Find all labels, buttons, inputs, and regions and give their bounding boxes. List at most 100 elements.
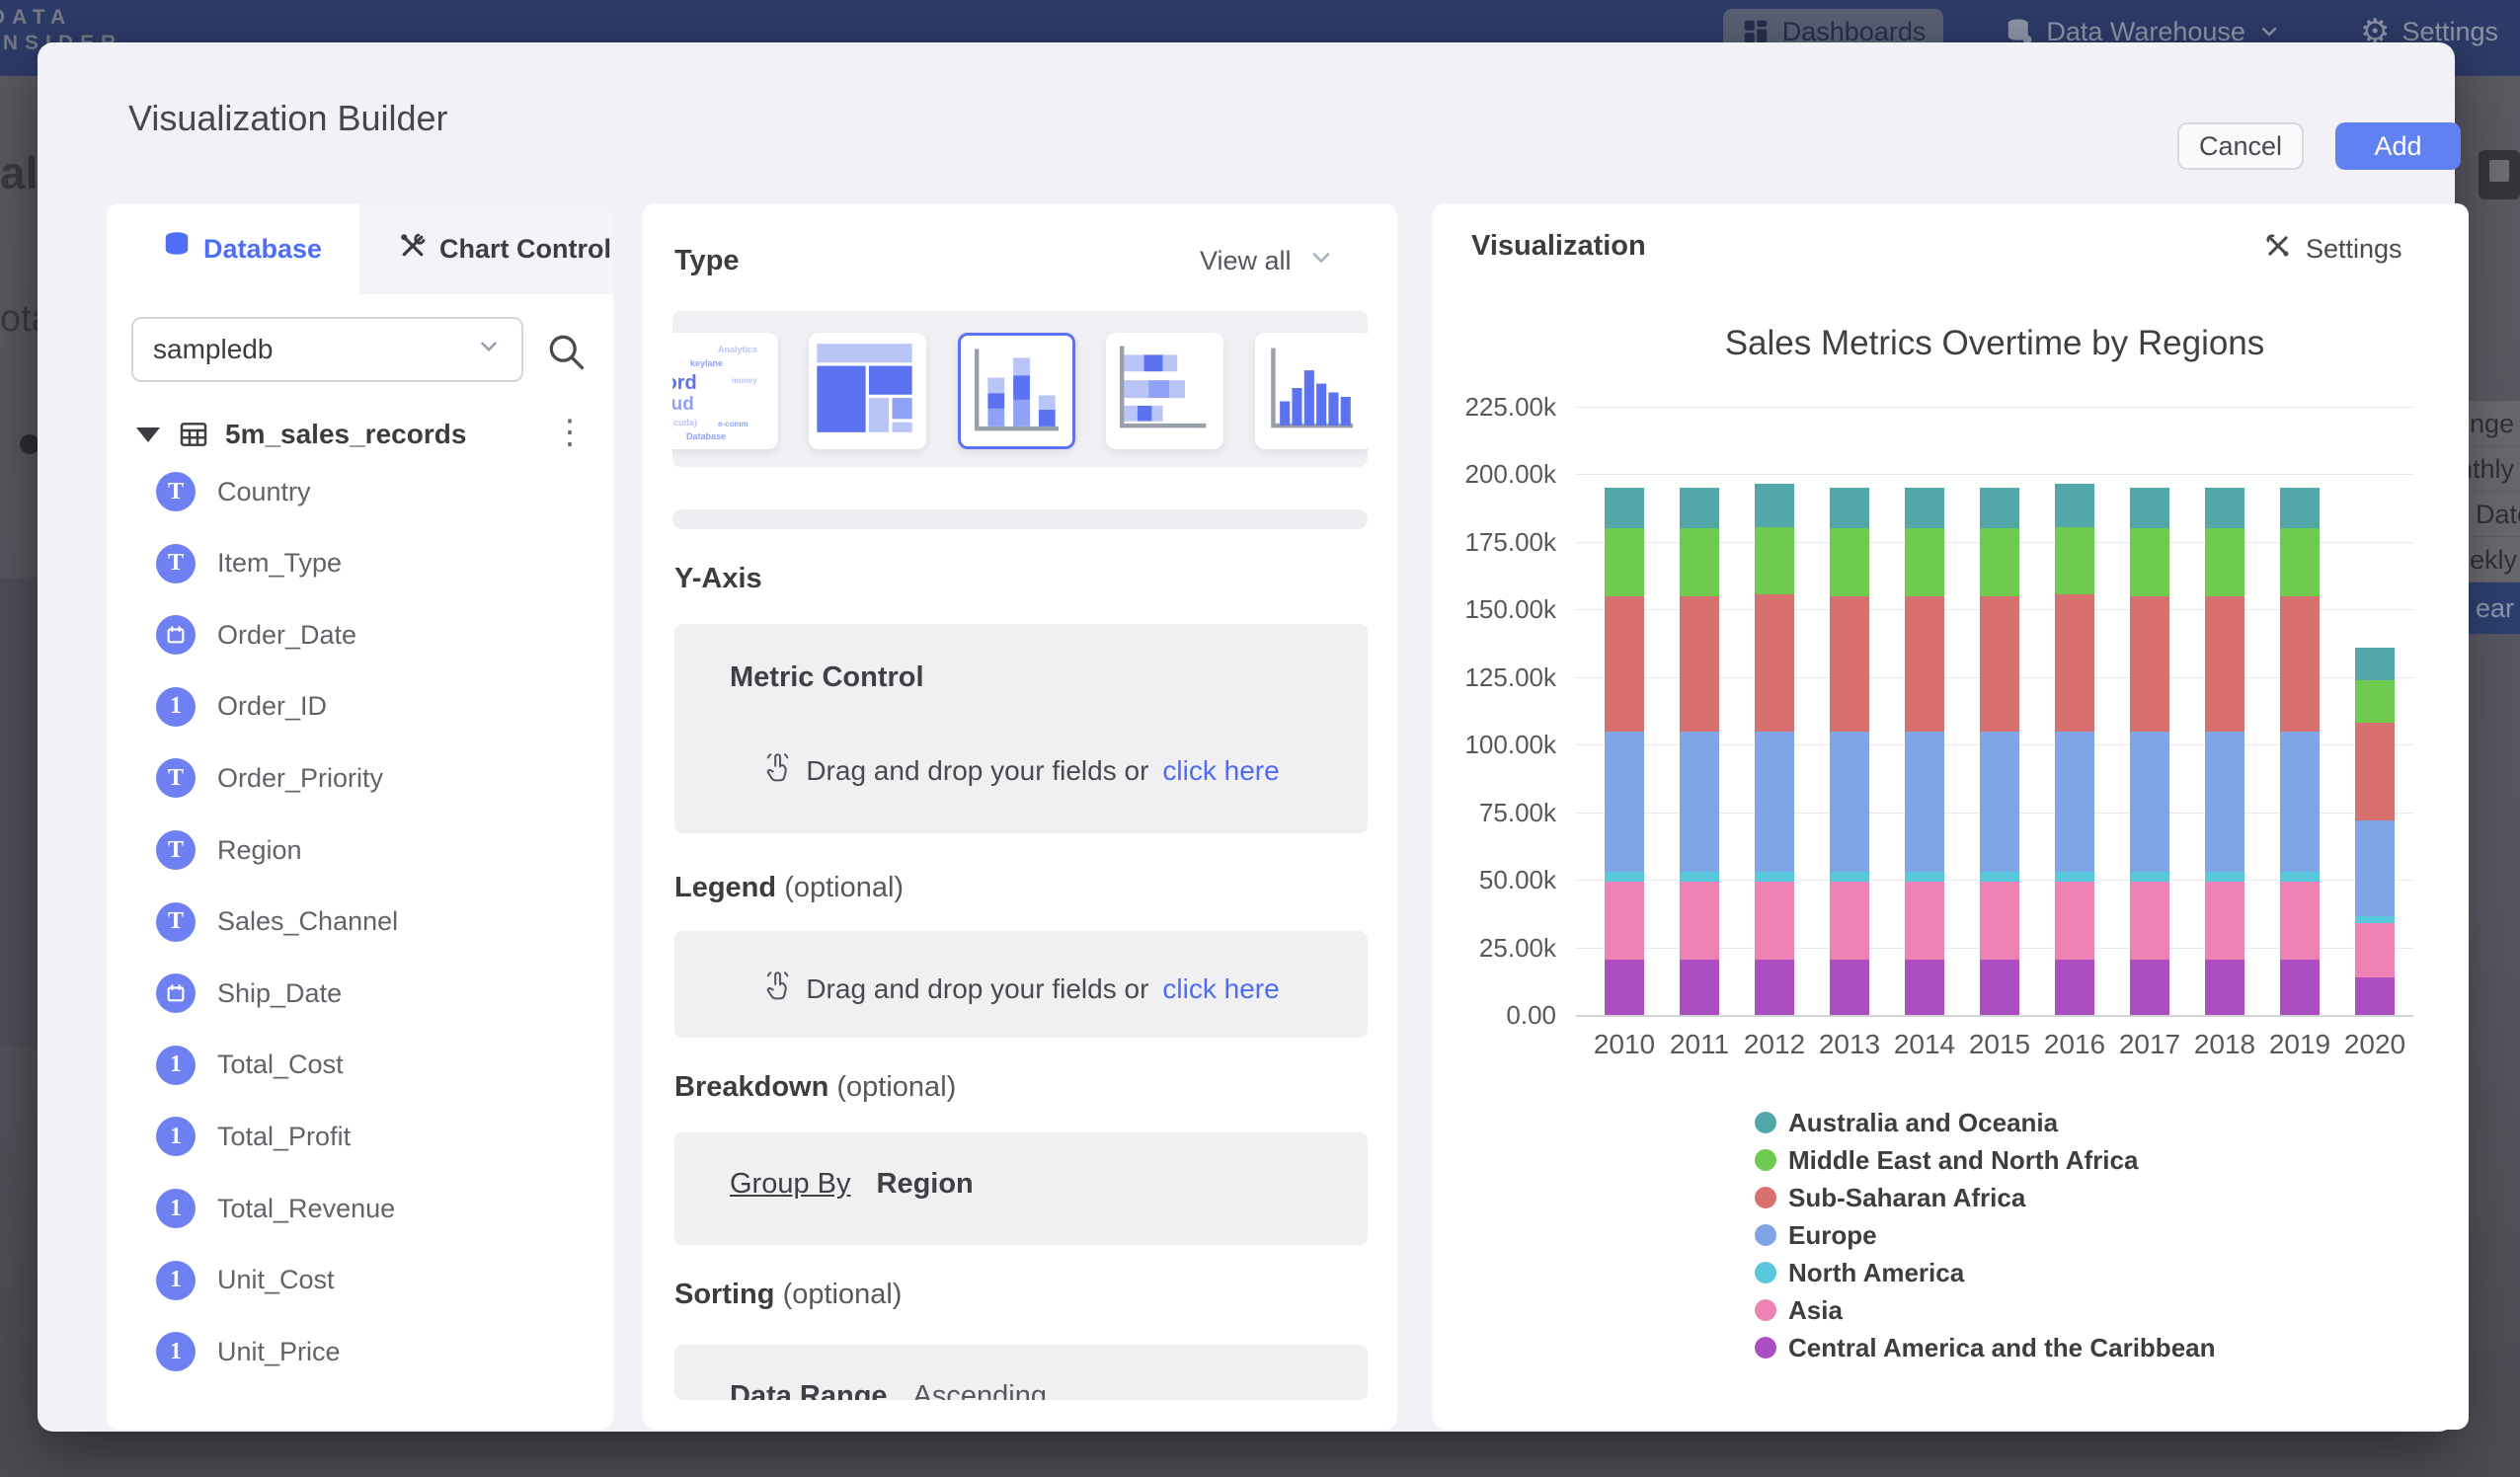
legend-item[interactable]: Sub-Saharan Africa xyxy=(1755,1179,2216,1216)
legend-item[interactable]: Australia and Oceania xyxy=(1755,1104,2216,1141)
bar-segment[interactable] xyxy=(1905,528,1944,595)
bar-segment[interactable] xyxy=(2205,596,2244,732)
bar-segment[interactable] xyxy=(1680,960,1719,1015)
bar-segment[interactable] xyxy=(2280,872,2320,882)
bar-segment[interactable] xyxy=(2280,488,2320,528)
bar-2020[interactable] xyxy=(2355,648,2395,1015)
database-select[interactable]: sampledb xyxy=(131,317,523,382)
bar-segment[interactable] xyxy=(1830,596,1869,732)
table-tree-row[interactable]: 5m_sales_records xyxy=(136,419,591,450)
bar-segment[interactable] xyxy=(2205,872,2244,882)
bar-segment[interactable] xyxy=(2280,528,2320,595)
bar-segment[interactable] xyxy=(2205,882,2244,960)
bar-segment[interactable] xyxy=(1605,732,1644,872)
bar-segment[interactable] xyxy=(2055,484,2094,527)
bar-2013[interactable] xyxy=(1830,488,1869,1015)
cancel-button[interactable]: Cancel xyxy=(2177,122,2304,170)
chart-type-card-column[interactable] xyxy=(1255,333,1368,449)
legend-item[interactable]: Asia xyxy=(1755,1291,2216,1329)
bar-segment[interactable] xyxy=(1605,596,1644,732)
bar-segment[interactable] xyxy=(1905,882,1944,960)
field-item-ship_date[interactable]: Ship_Date xyxy=(156,972,342,1015)
click-here-link[interactable]: click here xyxy=(1162,755,1279,787)
bar-segment[interactable] xyxy=(2130,596,2169,732)
chart-type-card-word-cloud[interactable]: iness Analytics keylane Word money Cloud… xyxy=(672,333,778,449)
bar-segment[interactable] xyxy=(1830,882,1869,960)
bar-segment[interactable] xyxy=(1605,872,1644,882)
bar-segment[interactable] xyxy=(2130,872,2169,882)
bar-segment[interactable] xyxy=(2280,596,2320,732)
bar-segment[interactable] xyxy=(1680,488,1719,528)
chart-type-card-stacked-bar[interactable] xyxy=(1106,333,1223,449)
bar-segment[interactable] xyxy=(1755,872,1794,882)
bar-2014[interactable] xyxy=(1905,488,1944,1015)
bar-segment[interactable] xyxy=(2205,488,2244,528)
bar-segment[interactable] xyxy=(1680,596,1719,732)
bar-2019[interactable] xyxy=(2280,488,2320,1015)
sorting-label[interactable]: Data Range xyxy=(730,1380,888,1400)
bar-segment[interactable] xyxy=(1605,488,1644,528)
click-here-link[interactable]: click here xyxy=(1162,973,1279,1005)
legend-dropzone[interactable]: Drag and drop your fields or click here xyxy=(674,931,1368,1038)
bar-segment[interactable] xyxy=(1980,872,2019,882)
bar-segment[interactable] xyxy=(2130,960,2169,1015)
bar-segment[interactable] xyxy=(1905,960,1944,1015)
bar-segment[interactable] xyxy=(1755,527,1794,594)
chart-type-carousel[interactable]: iness Analytics keylane Word money Cloud… xyxy=(672,311,1368,467)
bar-segment[interactable] xyxy=(1905,732,1944,872)
field-item-total_cost[interactable]: 1 Total_Cost xyxy=(156,1044,344,1087)
bar-segment[interactable] xyxy=(2205,960,2244,1015)
bar-segment[interactable] xyxy=(2205,528,2244,595)
bar-2010[interactable] xyxy=(1605,488,1644,1015)
bar-segment[interactable] xyxy=(2055,882,2094,960)
field-item-country[interactable]: T Country xyxy=(156,470,311,513)
bar-segment[interactable] xyxy=(2280,732,2320,872)
field-item-unit_cost[interactable]: 1 Unit_Cost xyxy=(156,1259,335,1302)
kebab-menu-icon[interactable]: ⋮ xyxy=(553,413,583,452)
bar-segment[interactable] xyxy=(1605,960,1644,1015)
bar-segment[interactable] xyxy=(2355,820,2395,916)
bar-segment[interactable] xyxy=(2055,732,2094,872)
legend-item[interactable]: Middle East and North Africa xyxy=(1755,1141,2216,1179)
bar-2011[interactable] xyxy=(1680,488,1719,1015)
bar-segment[interactable] xyxy=(1980,488,2019,528)
field-item-sales_channel[interactable]: T Sales_Channel xyxy=(156,900,398,944)
bar-segment[interactable] xyxy=(1755,732,1794,872)
group-by-label[interactable]: Group By xyxy=(730,1168,851,1201)
bar-segment[interactable] xyxy=(1830,872,1869,882)
chart-type-card-treemap[interactable] xyxy=(809,333,926,449)
bar-segment[interactable] xyxy=(1980,528,2019,595)
field-item-order_id[interactable]: 1 Order_ID xyxy=(156,685,327,729)
bar-2016[interactable] xyxy=(2055,484,2094,1015)
legend-item[interactable]: Europe xyxy=(1755,1216,2216,1254)
breakdown-box[interactable]: Group By Region xyxy=(674,1132,1368,1245)
bar-2017[interactable] xyxy=(2130,488,2169,1015)
bar-segment[interactable] xyxy=(1755,960,1794,1015)
bar-segment[interactable] xyxy=(2130,732,2169,872)
sorting-value[interactable]: Ascending xyxy=(913,1380,1047,1400)
tab-database[interactable]: Database xyxy=(162,203,322,294)
bar-segment[interactable] xyxy=(2055,872,2094,882)
bar-segment[interactable] xyxy=(1605,528,1644,595)
bar-2012[interactable] xyxy=(1755,484,1794,1015)
bar-segment[interactable] xyxy=(1905,596,1944,732)
bar-segment[interactable] xyxy=(2355,977,2395,1015)
field-item-item_type[interactable]: T Item_Type xyxy=(156,542,342,585)
sorting-row[interactable]: Data Range Ascending xyxy=(730,1380,1047,1400)
bar-segment[interactable] xyxy=(1680,882,1719,960)
metric-control-dropzone[interactable]: Metric Control Drag and drop your fields… xyxy=(674,624,1368,833)
bar-segment[interactable] xyxy=(1830,488,1869,528)
bar-segment[interactable] xyxy=(2130,528,2169,595)
field-item-order_priority[interactable]: T Order_Priority xyxy=(156,756,383,800)
bar-segment[interactable] xyxy=(2205,732,2244,872)
bar-segment[interactable] xyxy=(1830,960,1869,1015)
bar-segment[interactable] xyxy=(1905,872,1944,882)
bar-segment[interactable] xyxy=(1680,872,1719,882)
sorting-box[interactable]: Data Range Ascending xyxy=(674,1345,1368,1400)
tab-chart-control[interactable]: Chart Control xyxy=(398,203,611,294)
bar-segment[interactable] xyxy=(1905,488,1944,528)
group-by-value[interactable]: Region xyxy=(877,1168,974,1201)
field-item-unit_price[interactable]: 1 Unit_Price xyxy=(156,1330,341,1373)
bar-segment[interactable] xyxy=(1680,732,1719,872)
bar-segment[interactable] xyxy=(2355,680,2395,724)
